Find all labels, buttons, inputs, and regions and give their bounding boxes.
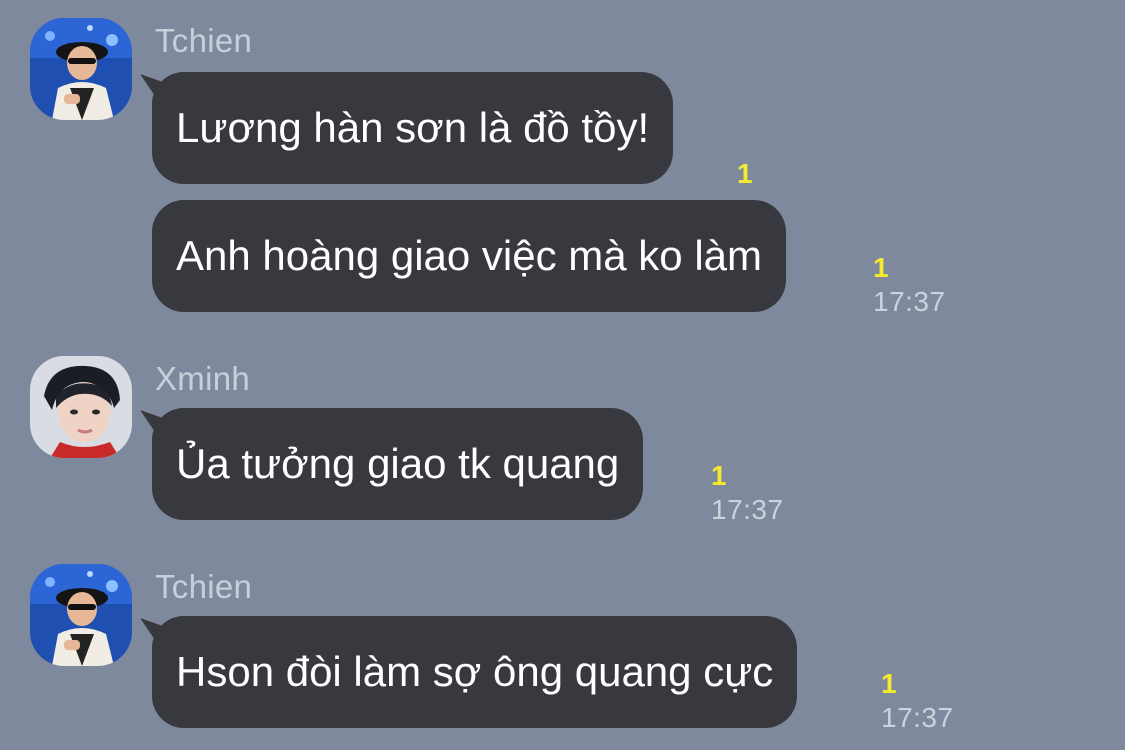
avatar-tchien[interactable] (30, 564, 132, 666)
message-bubble[interactable]: Hson đòi làm sợ ông quang cực (152, 616, 798, 728)
avatar-xminh[interactable] (30, 356, 132, 458)
sender-name: Tchien (155, 568, 253, 605)
message-bubble[interactable]: Ủa tưởng giao tk quang (152, 408, 644, 520)
unread-count: 1 (873, 252, 889, 283)
message-timestamp: 17:37 (711, 494, 784, 525)
chat-area[interactable]: Tchien Lương hàn sơn là đồ tồy! 1 Anh ho… (0, 0, 1125, 750)
sender-name: Xminh (155, 360, 251, 397)
message-bubble[interactable]: Anh hoàng giao việc mà ko làm (152, 200, 787, 312)
unread-count: 1 (881, 668, 897, 699)
message-bubble[interactable]: Lương hàn sơn là đồ tồy! (152, 72, 674, 184)
avatar-tchien[interactable] (30, 18, 132, 120)
message-timestamp: 17:37 (881, 702, 954, 733)
unread-count: 1 (711, 460, 727, 491)
sender-name: Tchien (155, 22, 253, 59)
message-timestamp: 17:37 (873, 286, 946, 317)
unread-count: 1 (737, 158, 753, 189)
